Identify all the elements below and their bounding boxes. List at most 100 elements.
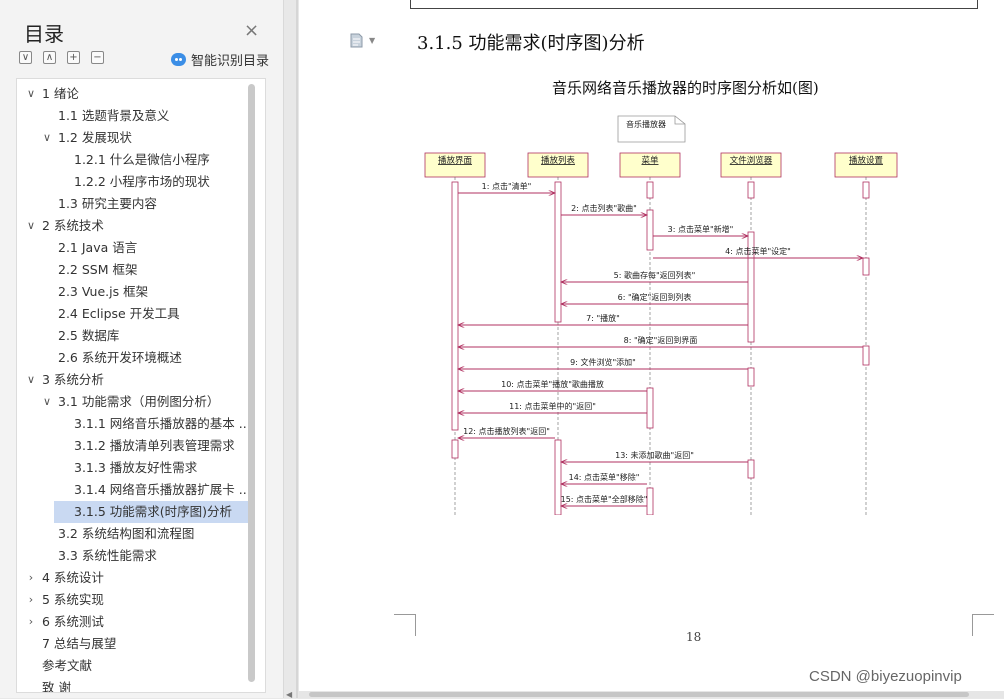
outline-item-label: 1 绪论 — [42, 86, 79, 101]
outline-item[interactable]: › 5 系统实现 — [17, 589, 248, 611]
outline-item-label: 3.1.3 播放友好性需求 — [74, 460, 198, 475]
add-heading-icon[interactable]: + — [67, 51, 80, 64]
figure-caption: 音乐网络音乐播放器的时序图分析如(图) — [552, 79, 819, 97]
note-icon[interactable] — [350, 33, 363, 48]
outline-item[interactable]: 2.1 Java 语言 — [17, 237, 248, 259]
outline-item[interactable]: ∨ 1.2 发展现状 — [17, 127, 248, 149]
watermark: CSDN @biyezuopinvip — [809, 668, 962, 685]
chevron-right-icon[interactable]: › — [25, 567, 37, 589]
sequence-diagram: 音乐播放器播放界面 播放列表 菜单 文件浏览器 播放设置 1: 点击"清单" 2: 点击列表… — [424, 115, 898, 515]
chevron-down-icon[interactable]: ∨ — [41, 127, 53, 149]
outline-item-label: 3.2 系统结构图和流程图 — [58, 526, 195, 541]
remove-heading-icon[interactable]: − — [91, 51, 104, 64]
outline-item-label: 参考文献 — [42, 658, 93, 673]
chevron-down-icon[interactable]: ∨ — [41, 391, 53, 413]
collapse-all-icon[interactable]: ∨ — [19, 51, 32, 64]
outline-item-label: 2.6 系统开发环境概述 — [58, 350, 182, 365]
outline-item[interactable]: 1.3 研究主要内容 — [17, 193, 248, 215]
scrollbar-thumb[interactable] — [309, 692, 969, 697]
outline-item[interactable]: ∨ 1 绪论 — [17, 83, 248, 105]
outline-item-label: 2.3 Vue.js 框架 — [58, 284, 149, 299]
page-gap — [296, 0, 298, 698]
page-number: 18 — [686, 630, 702, 644]
lifeline-label: 菜单 — [641, 155, 659, 166]
lifeline-label: 文件浏览器 — [730, 155, 773, 166]
message-label: 1: 点击"清单" — [482, 181, 532, 191]
activation-bar — [862, 181, 870, 199]
chevron-down-icon[interactable]: ∨ — [25, 83, 37, 105]
outline-item[interactable]: ∨ 2 系统技术 — [17, 215, 248, 237]
activation-bar — [747, 181, 755, 199]
outline-item[interactable]: 1.1 选题背景及意义 — [17, 105, 248, 127]
outline-item[interactable]: › 4 系统设计 — [17, 567, 248, 589]
document-page: ▼ 3.1.5 功能需求(时序图)分析 音乐网络音乐播放器的时序图分析如(图) … — [299, 0, 1004, 698]
message-label: 4: 点击菜单"设定" — [725, 246, 791, 256]
message-label: 15: 点击菜单"全部移除" — [561, 494, 648, 504]
page-margin-mark — [394, 614, 416, 636]
outline-item[interactable]: 3.3 系统性能需求 — [17, 545, 248, 567]
outline-item[interactable]: 2.4 Eclipse 开发工具 — [17, 303, 248, 325]
activation-bar — [747, 459, 755, 479]
message-label: 13: 未添加歌曲"返回" — [615, 450, 694, 460]
outline-item[interactable]: 3.1.1 网络音乐播放器的基本 ... — [17, 413, 248, 435]
chevron-down-icon[interactable]: ∨ — [25, 215, 37, 237]
message-label: 12: 点击播放列表"返回" — [463, 426, 550, 436]
outline-item-label: 2.5 数据库 — [58, 328, 120, 343]
smart-toc-label: 智能识别目录 — [191, 54, 270, 69]
outline-item[interactable]: 1.2.2 小程序市场的现状 — [17, 171, 248, 193]
activation-bar — [747, 367, 755, 387]
outline-item-label: 1.2.1 什么是微信小程序 — [74, 152, 210, 167]
table-border — [410, 0, 411, 9]
activation-bar — [646, 209, 654, 251]
table-border — [410, 8, 978, 9]
activation-bar — [451, 181, 459, 431]
outline-item[interactable]: 7 总结与展望 — [17, 633, 248, 655]
activation-bar — [646, 181, 654, 199]
message-label: 3: 点击菜单"新增" — [668, 224, 734, 234]
outline-panel: 目录 × ∨ ∧ + − 智能识别目录 ∨ 1 绪论 1.1 选题背景及意义 ∨ 1.2… — [0, 0, 284, 698]
outline-item[interactable]: 致 谢 — [17, 677, 248, 693]
close-icon[interactable]: × — [244, 20, 259, 41]
outline-item-label: 2.2 SSM 框架 — [58, 262, 138, 277]
message-label: 8: "确定"返回到界面 — [624, 335, 698, 345]
outline-item[interactable]: › 6 系统测试 — [17, 611, 248, 633]
outline-item-label: 1.1 选题背景及意义 — [58, 108, 170, 123]
outline-item[interactable]: 3.2 系统结构图和流程图 — [17, 523, 248, 545]
expand-icon[interactable]: ∧ — [43, 51, 56, 64]
smart-toc-button[interactable]: 智能识别目录 — [171, 50, 269, 69]
outline-item-label: 7 总结与展望 — [42, 636, 117, 651]
chevron-down-icon[interactable]: ∨ — [25, 369, 37, 391]
horizontal-scrollbar[interactable] — [299, 691, 1004, 698]
outline-item[interactable]: 3.1.3 播放友好性需求 — [17, 457, 248, 479]
outline-item[interactable]: 参考文献 — [17, 655, 248, 677]
activation-bar — [554, 181, 562, 323]
outline-item-label: 3.1 功能需求（用例图分析） — [58, 394, 220, 409]
chevron-down-icon[interactable]: ▼ — [369, 36, 375, 45]
outline-item[interactable]: 3.1.4 网络音乐播放器扩展卡 ... — [17, 479, 248, 501]
activation-bar — [646, 487, 654, 515]
outline-item[interactable]: 2.3 Vue.js 框架 — [17, 281, 248, 303]
outline-item[interactable]: 2.6 系统开发环境概述 — [17, 347, 248, 369]
outline-item-label: 3.1.1 网络音乐播放器的基本 ... — [74, 416, 248, 431]
outline-item[interactable]: 1.2.1 什么是微信小程序 — [17, 149, 248, 171]
outline-item-label: 3.3 系统性能需求 — [58, 548, 157, 563]
outline-item[interactable]: ∨ 3.1 功能需求（用例图分析） — [17, 391, 248, 413]
outline-item[interactable]: 2.2 SSM 框架 — [17, 259, 248, 281]
outline-item[interactable]: 3.1.5 功能需求(时序图)分析 — [54, 501, 248, 523]
outline-item[interactable]: 3.1.2 播放清单列表管理需求 — [17, 435, 248, 457]
outline-item[interactable]: 2.5 数据库 — [17, 325, 248, 347]
message-label: 11: 点击菜单中的"返回" — [509, 401, 596, 411]
outline-item-label: 1.2 发展现状 — [58, 130, 132, 145]
message-label: 14: 点击菜单"移除" — [569, 472, 640, 482]
activation-bar — [451, 439, 459, 459]
outline-item-label: 2.1 Java 语言 — [58, 240, 138, 255]
outline-item-label: 6 系统测试 — [42, 614, 104, 629]
outline-scrollbar[interactable] — [248, 84, 255, 682]
lifeline-label: 播放列表 — [541, 155, 576, 166]
outline-item-label: 1.3 研究主要内容 — [58, 196, 157, 211]
chevron-right-icon[interactable]: › — [25, 589, 37, 611]
chevron-right-icon[interactable]: › — [25, 611, 37, 633]
outline-item-label: 致 谢 — [42, 680, 71, 693]
outline-item-label: 1.2.2 小程序市场的现状 — [74, 174, 210, 189]
outline-item[interactable]: ∨ 3 系统分析 — [17, 369, 248, 391]
